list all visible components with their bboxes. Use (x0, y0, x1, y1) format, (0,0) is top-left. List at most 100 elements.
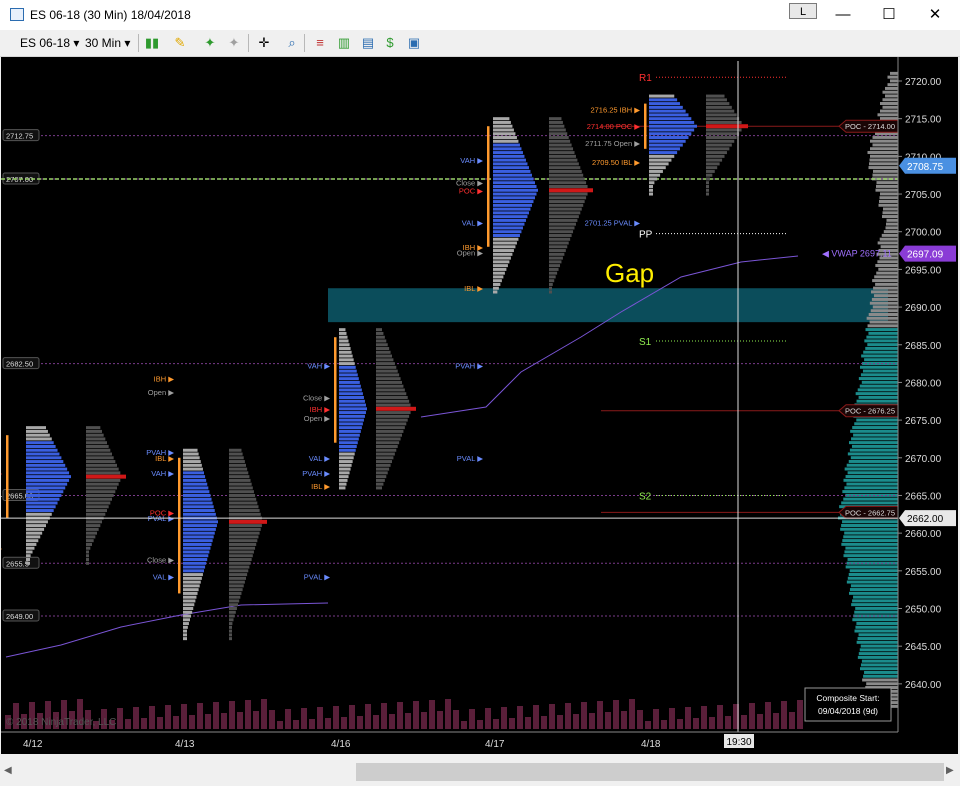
volume-bar (501, 707, 507, 729)
composite-profile-row (850, 429, 898, 433)
composite-profile-row (873, 169, 898, 173)
link-button[interactable]: L (789, 3, 817, 19)
session-label: POC ▶ (459, 186, 484, 195)
tpo-row (493, 252, 513, 256)
tpo-row (649, 139, 686, 143)
maximize-icon[interactable]: ☐ (866, 0, 912, 30)
volume-row (549, 271, 558, 275)
scrollbar-thumb[interactable] (356, 763, 944, 781)
tpo-row (649, 162, 669, 166)
tpo-row (183, 497, 212, 501)
chart-svg[interactable]: Gap2712.752707.002682.502665.002655.5264… (1, 57, 958, 754)
volume-bar (285, 709, 291, 729)
volume-bar (269, 710, 275, 729)
drawing-tool-icon[interactable]: ✎ (172, 35, 188, 51)
composite-profile-row (855, 606, 898, 610)
volume-row (86, 471, 121, 475)
composite-profile-row (886, 222, 898, 226)
composite-profile-row (874, 275, 898, 279)
pivot-label: R1 (639, 73, 652, 84)
chart-panel[interactable]: Gap2712.752707.002682.502665.002655.5264… (1, 57, 958, 754)
volume-row (86, 546, 91, 550)
volume-bar (173, 716, 179, 729)
instrument-selector[interactable]: ES 06-18 ▾ (20, 36, 79, 50)
tpo-row (493, 136, 517, 140)
volume-row (86, 509, 107, 513)
volume-bar (773, 713, 779, 729)
volume-row (706, 105, 732, 109)
composite-profile-row (879, 237, 898, 241)
tpo-row (493, 233, 520, 237)
tpo-row (339, 347, 351, 351)
tpo-row (183, 482, 208, 486)
bar-style-icon[interactable]: ▮▮ (144, 35, 160, 51)
volume-row (549, 124, 565, 128)
volume-row (706, 94, 725, 98)
composite-profile-row (882, 215, 898, 219)
strategies-icon[interactable]: ▤ (360, 35, 376, 51)
composite-profile-row (846, 580, 898, 584)
interval-selector[interactable]: 30 Min ▾ (85, 36, 130, 50)
crosshair-icon[interactable]: ✛ (256, 35, 272, 51)
composite-profile-row (845, 475, 898, 479)
composite-profile-row (858, 395, 898, 399)
tpo-row (339, 388, 362, 392)
volume-row (376, 441, 400, 445)
tpo-row (493, 271, 505, 275)
volume-row (706, 139, 735, 143)
scroll-left-icon[interactable]: ◀ (4, 765, 12, 776)
indicators-icon[interactable]: ▥ (336, 35, 352, 51)
tpo-row (493, 282, 501, 286)
volume-row (229, 542, 257, 546)
tpo-row (183, 580, 201, 584)
volume-bar (461, 721, 467, 729)
tpo-row (26, 426, 46, 430)
volume-bar (685, 707, 691, 729)
composite-profile-row (890, 71, 898, 75)
volume-row (229, 607, 237, 610)
tpo-row (183, 607, 194, 610)
volume-row (549, 279, 555, 283)
tpo-row (493, 169, 531, 173)
close-icon[interactable]: ✕ (912, 0, 958, 30)
volume-bar (613, 700, 619, 729)
volume-row (706, 128, 742, 132)
zoom-icon[interactable]: ⌕ (284, 35, 300, 51)
chart-trader-icon[interactable]: $ (382, 35, 398, 51)
volume-bar (717, 705, 723, 729)
volume-bar (325, 718, 331, 729)
composite-profile-row (844, 486, 898, 490)
volume-bar (541, 716, 547, 729)
tpo-row (339, 467, 351, 471)
composite-profile-row (869, 162, 898, 166)
minimize-icon[interactable]: — (820, 0, 866, 30)
tpo-row (493, 249, 514, 253)
volume-row (86, 437, 106, 441)
composite-profile-row (872, 279, 898, 283)
tpo-row (493, 117, 510, 121)
volume-row (549, 256, 563, 260)
session-label: PVAL ▶ (457, 454, 484, 463)
scroll-right-icon[interactable]: ▶ (946, 765, 954, 776)
data-series-icon[interactable]: ≡ (312, 35, 328, 51)
composite-profile-row (845, 546, 898, 550)
tpo-row (649, 105, 683, 109)
price-tick-label: 2680.00 (905, 378, 942, 389)
horizontal-scrollbar[interactable]: ◀ ▶ (0, 760, 960, 784)
ib-range-bar (487, 126, 490, 247)
properties-icon[interactable]: ▣ (406, 35, 422, 51)
tpo-row (26, 444, 56, 448)
tpo-row (26, 497, 60, 501)
volume-bar (453, 710, 459, 729)
pin-icon[interactable]: ✦ (202, 35, 218, 51)
poc-tag-text: POC - 2662.75 (845, 508, 895, 517)
tpo-row (493, 181, 535, 185)
volume-bar (301, 708, 307, 729)
volume-row (86, 493, 114, 497)
session-label: VAL ▶ (309, 454, 331, 463)
composite-profile-row (885, 226, 898, 230)
volume-bar (565, 703, 571, 729)
tpo-row (183, 599, 196, 603)
remove-drawing-icon[interactable]: ✦ (226, 35, 242, 51)
volume-bar (149, 706, 155, 729)
